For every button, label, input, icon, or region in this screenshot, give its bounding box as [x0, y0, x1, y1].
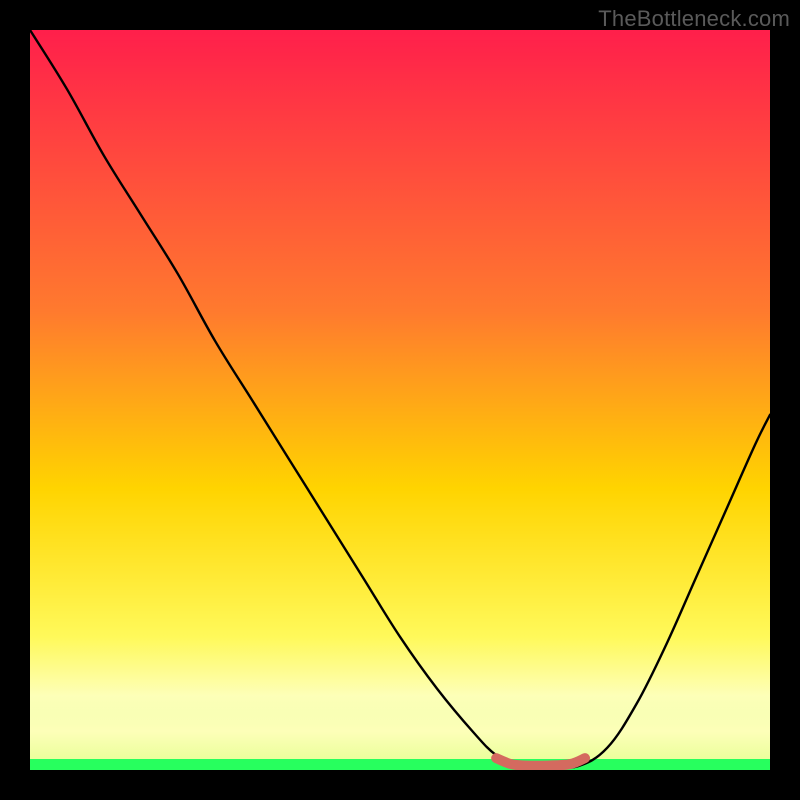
watermark-text: TheBottleneck.com: [598, 6, 790, 32]
chart-frame: TheBottleneck.com: [0, 0, 800, 800]
optimal-range-marker: [496, 758, 585, 766]
bottleneck-curve: [30, 30, 770, 768]
curve-layer: [30, 30, 770, 770]
plot-area: [30, 30, 770, 770]
